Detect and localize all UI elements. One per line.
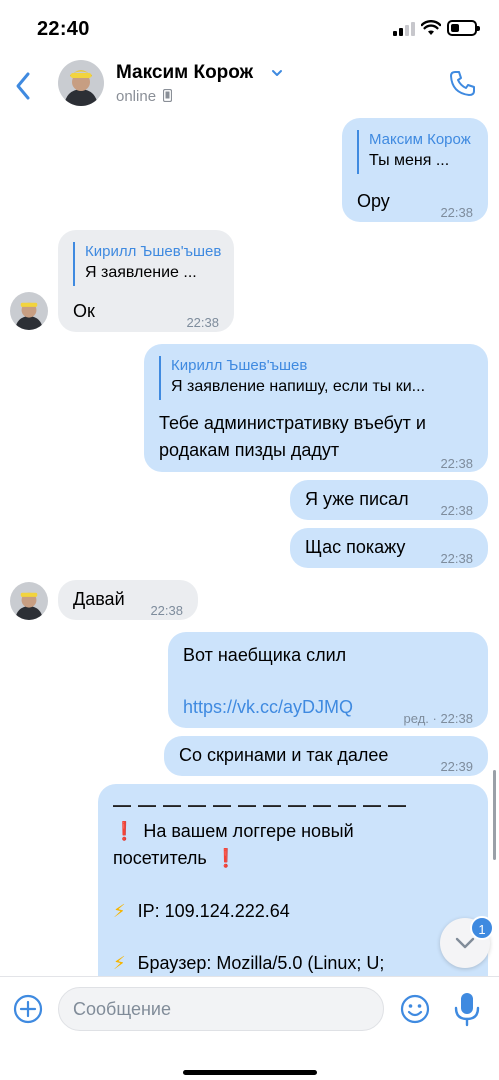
message-bubble-outgoing[interactable]: — — — — — — — — — — — — ❗ На вашем логгер… (98, 784, 488, 976)
message-bubble-outgoing[interactable]: Вот наебщика слил https://vk.cc/ayDJMQ р… (168, 632, 488, 728)
ip-text: IP: 109.124.222.64 (137, 901, 290, 921)
message-bubble-outgoing[interactable]: Максим Корож Ты меня ... Ору 22:38 (342, 118, 488, 222)
contact-status: online (116, 88, 173, 105)
reply-text: Ты меня ... (369, 152, 450, 169)
contact-avatar[interactable] (58, 60, 104, 106)
exclamation-icon: ❗ (214, 848, 238, 868)
battery-icon (447, 20, 480, 36)
message-text: Вот наебщика слил (183, 645, 347, 665)
message-time: 22:38 (440, 205, 473, 220)
alert-text-line: На вашем логгере новый (143, 821, 354, 841)
message-bubble-outgoing[interactable]: Щас покажу 22:38 (290, 528, 488, 568)
message-bubble-outgoing[interactable]: Кирилл Ъшев'ъшев Я заявление напишу, есл… (144, 344, 488, 472)
message-time: 22:38 (186, 315, 219, 330)
message-bubble-incoming[interactable]: Давай 22:38 (58, 580, 198, 620)
message-time: 22:38 (440, 551, 473, 566)
message-text: Ок (73, 301, 95, 321)
emoji-icon[interactable] (399, 993, 431, 1025)
message-bubble-outgoing[interactable]: Со скринами и так далее 22:39 (164, 736, 488, 776)
message-bubble-outgoing[interactable]: Я уже писал 22:38 (290, 480, 488, 520)
reply-author: Максим Корож (369, 131, 471, 148)
microphone-icon[interactable] (452, 991, 482, 1027)
message-time: 22:38 (150, 603, 183, 618)
reply-text: Я заявление напишу, если ты ки... (171, 378, 426, 395)
message-list[interactable]: Максим Корож Ты меня ... Ору 22:38 Кирил… (0, 114, 499, 976)
message-text: Щас покажу (305, 537, 406, 557)
message-text-line: Тебе административку въебут и (159, 413, 426, 433)
unread-count-badge: 1 (470, 916, 494, 940)
reply-quote[interactable]: Максим Корож Ты меня ... (357, 130, 471, 174)
sender-avatar[interactable] (10, 582, 48, 620)
message-bubble-incoming[interactable]: Кирилл Ъшев'ъшев Я заявление ... Ок 22:3… (58, 230, 234, 332)
message-time: 22:38 (440, 503, 473, 518)
cellular-signal-icon (393, 22, 415, 36)
contact-name[interactable]: Максим Корож (116, 62, 253, 84)
ip-line: ⚡ IP: 109.124.222.64 (113, 898, 290, 925)
message-text: Я уже писал (305, 489, 409, 509)
chevron-down-icon[interactable] (270, 66, 284, 80)
scrollbar-thumb[interactable] (493, 770, 496, 860)
status-text: online (116, 88, 157, 105)
alert-text-line: посетитель (113, 848, 207, 868)
message-time: 22:39 (440, 759, 473, 774)
home-indicator (183, 1070, 317, 1075)
alert-line: посетитель ❗ (113, 845, 237, 872)
reply-quote[interactable]: Кирилл Ъшев'ъшев Я заявление ... (73, 242, 221, 286)
lightning-icon: ⚡ (113, 953, 126, 973)
time-value: 22:38 (440, 711, 473, 726)
browser-line: ⚡ Браузер: Mozilla/5.0 (Linux; U; (113, 950, 384, 976)
lightning-icon: ⚡ (113, 901, 126, 921)
reply-text: Я заявление ... (85, 264, 197, 281)
status-time: 22:40 (37, 18, 90, 40)
phone-icon[interactable] (448, 68, 478, 98)
message-time: ред. · 22:38 (403, 711, 473, 726)
message-text-line: родакам пизды дадут (159, 440, 340, 460)
message-composer (0, 976, 499, 1080)
edited-label: ред. (403, 711, 429, 726)
message-input[interactable] (58, 987, 384, 1031)
message-text: Давай (73, 589, 125, 609)
separator-dashes: — — — — — — — — — — — — (113, 795, 408, 815)
back-chevron-icon[interactable] (8, 64, 40, 104)
reply-quote[interactable]: Кирилл Ъшев'ъшев Я заявление напишу, есл… (159, 356, 425, 400)
add-attachment-icon[interactable] (12, 993, 44, 1025)
message-time: 22:38 (440, 456, 473, 471)
reply-author: Кирилл Ъшев'ъшев (171, 357, 308, 374)
sender-avatar[interactable] (10, 292, 48, 330)
message-link[interactable]: https://vk.cc/ayDJMQ (183, 694, 353, 721)
alert-line: ❗ На вашем логгере новый (113, 818, 354, 845)
status-bar: 22:40 (0, 0, 499, 58)
message-text: Ору (357, 191, 390, 211)
exclamation-icon: ❗ (113, 821, 136, 841)
mobile-device-icon (163, 88, 173, 103)
wifi-icon (421, 20, 441, 35)
message-text: Со скринами и так далее (179, 745, 389, 765)
browser-text: Браузер: Mozilla/5.0 (Linux; U; (137, 953, 385, 973)
chat-header: Максим Корож online (0, 58, 499, 114)
reply-author: Кирилл Ъшев'ъшев (85, 243, 222, 260)
chevron-down-icon (455, 937, 475, 949)
